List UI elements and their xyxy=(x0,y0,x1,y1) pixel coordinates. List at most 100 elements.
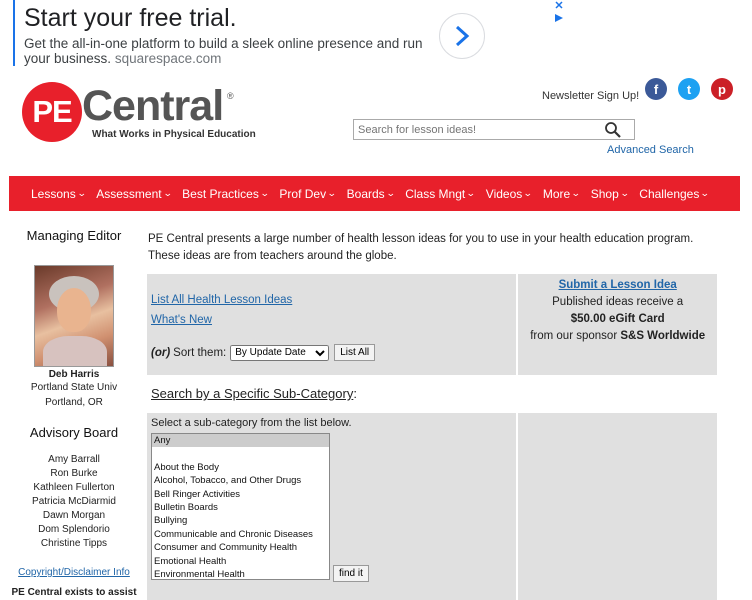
list-item[interactable]: Any xyxy=(152,434,329,448)
sponsor-name: S&S Worldwide xyxy=(620,330,706,342)
search-icon[interactable] xyxy=(604,121,622,139)
list-all-health-link[interactable]: List All Health Lesson Ideas xyxy=(151,294,516,306)
subcategory-heading-colon: : xyxy=(353,386,357,401)
list-item[interactable]: About the Body xyxy=(152,461,329,474)
pe-central-logo[interactable]: PE Central ® What Works in Physical Educ… xyxy=(22,82,256,144)
nav-item-label: Challenges xyxy=(639,186,700,201)
nav-item-assessment[interactable]: Assessment ⌄ xyxy=(96,186,173,201)
sponsor-line: from our sponsor S&S Worldwide xyxy=(518,328,717,345)
gift-card-text: $50.00 eGift Card xyxy=(570,313,665,325)
published-text: Published ideas receive a xyxy=(552,296,684,308)
submit-lesson-idea-link[interactable]: Submit a Lesson Idea xyxy=(559,279,677,291)
list-item: Kathleen Fullerton xyxy=(33,482,115,493)
newsletter-signup-link[interactable]: Newsletter Sign Up! xyxy=(542,90,639,102)
list-item[interactable]: Alcohol, Tobacco, and Other Drugs xyxy=(152,474,329,487)
ad-title[interactable]: Start your free trial. xyxy=(24,4,237,33)
submit-idea-cell: Submit a Lesson Idea Published ideas rec… xyxy=(518,274,717,375)
list-item[interactable]: Bulletin Boards xyxy=(152,501,329,514)
search-bar xyxy=(353,119,635,140)
list-item: Dom Splendorio xyxy=(38,524,110,535)
list-item: Dawn Morgan xyxy=(42,510,106,521)
search-input[interactable] xyxy=(354,120,594,140)
editor-name: Deb Harris xyxy=(48,369,100,380)
subcategory-side-cell xyxy=(518,413,717,600)
chevron-down-icon: ⌄ xyxy=(385,188,396,198)
nav-item-label: Boards xyxy=(346,186,385,201)
editor-school: Portland State Univ xyxy=(30,382,118,393)
nav-item-label: Assessment xyxy=(96,186,162,201)
nav-item-lessons[interactable]: Lessons ⌄ xyxy=(31,186,87,201)
pinterest-icon[interactable]: p xyxy=(711,78,733,100)
chevron-right-icon[interactable] xyxy=(439,13,485,59)
sort-row: (or) Sort them: By Update Date List All xyxy=(151,344,376,361)
whats-new-link[interactable]: What's New xyxy=(151,314,516,326)
list-item[interactable]: Environmental Health xyxy=(152,568,329,579)
logo-registered: ® xyxy=(227,91,234,101)
advisory-board-list: Amy Barrall Ron Burke Kathleen Fullerton… xyxy=(9,453,139,551)
managing-editor-heading: Managing Editor xyxy=(26,228,122,243)
facebook-icon[interactable]: f xyxy=(645,78,667,100)
nav-item-label: Best Practices xyxy=(182,186,259,201)
list-item: Patricia McDiarmid xyxy=(32,496,116,507)
chevron-down-icon: ⌄ xyxy=(571,188,581,198)
sort-select[interactable]: By Update Date xyxy=(230,344,330,361)
nav-item-label: Lessons xyxy=(31,186,76,201)
subcategory-label: Select a sub-category from the list belo… xyxy=(151,417,352,429)
nav-item-videos[interactable]: Videos ⌄ xyxy=(485,186,533,201)
logo-circle: PE xyxy=(22,82,82,142)
chevron-down-icon: ⌄ xyxy=(326,188,337,198)
nav-item-label: Shop xyxy=(590,186,619,201)
nav-item-label: Prof Dev xyxy=(279,186,327,201)
ad-description[interactable]: Get the all-in-one platform to build a s… xyxy=(24,36,434,66)
nav-item-label: Videos xyxy=(485,186,523,201)
list-all-button[interactable]: List All xyxy=(334,344,376,361)
twitter-icon[interactable]: t xyxy=(678,78,700,100)
ad-description-text: Get the all-in-one platform to build a s… xyxy=(24,36,423,66)
lesson-links-cell: List All Health Lesson Ideas What's New … xyxy=(147,274,517,375)
nav-item-label: Class Mngt xyxy=(405,186,466,201)
subcategory-listbox[interactable]: Any About the Body Alcohol, Tobacco, and… xyxy=(151,433,330,580)
nav-item-best-practices[interactable]: Best Practices ⌄ xyxy=(182,186,270,201)
chevron-down-icon: ⌄ xyxy=(700,188,711,198)
nav-item-boards[interactable]: Boards ⌄ xyxy=(346,186,396,201)
logo-word: Central xyxy=(82,82,224,130)
chevron-down-icon: ⌄ xyxy=(162,188,173,198)
chevron-down-icon: ⌄ xyxy=(76,188,87,198)
mission-text: PE Central exists to assist teachers and… xyxy=(11,587,137,598)
advanced-search-link[interactable]: Advanced Search xyxy=(607,144,694,156)
chevron-down-icon: ⌄ xyxy=(259,188,270,198)
subcategory-heading: Search by a Specific Sub-Category: xyxy=(151,386,357,401)
editor-photo xyxy=(34,265,114,367)
nav-item-label: More xyxy=(542,186,571,201)
nav-item-shop[interactable]: Shop ⌄ xyxy=(590,186,630,201)
list-item[interactable]: Emotional Health xyxy=(152,555,329,568)
list-item[interactable]: Communicable and Chronic Diseases xyxy=(152,528,329,541)
intro-text: PE Central presents a large number of he… xyxy=(148,233,694,262)
list-item[interactable]: Consumer and Community Health xyxy=(152,541,329,554)
list-item[interactable] xyxy=(152,447,329,460)
chevron-down-icon: ⌄ xyxy=(523,188,533,198)
find-it-button[interactable]: find it xyxy=(333,565,369,582)
nav-item-prof-dev[interactable]: Prof Dev ⌄ xyxy=(279,186,337,201)
list-item: Ron Burke xyxy=(50,468,98,479)
subcategory-panel: Select a sub-category from the list belo… xyxy=(147,413,717,600)
editor-city: Portland, OR xyxy=(45,397,103,408)
advisory-board-heading: Advisory Board xyxy=(29,425,119,440)
ad-banner[interactable]: Start your free trial. Get the all-in-on… xyxy=(13,0,583,66)
logo-tagline: What Works in Physical Education xyxy=(92,129,256,140)
nav-item-challenges[interactable]: Challenges ⌄ xyxy=(639,186,711,201)
list-item: Christine Tipps xyxy=(40,538,108,549)
copyright-link[interactable]: Copyright/Disclaimer Info xyxy=(9,567,139,578)
list-item[interactable]: Bell Ringer Activities xyxy=(152,488,329,501)
list-item: Amy Barrall xyxy=(48,454,100,465)
list-item[interactable]: Bullying xyxy=(152,514,329,527)
subcategory-cell: Select a sub-category from the list belo… xyxy=(147,413,517,600)
ad-domain: squarespace.com xyxy=(114,51,222,66)
ad-choices-icon[interactable] xyxy=(553,0,565,27)
nav-item-more[interactable]: More ⌄ xyxy=(542,186,581,201)
subcategory-heading-text: Search by a Specific Sub-Category xyxy=(151,386,354,401)
lesson-panel: List All Health Lesson Ideas What's New … xyxy=(147,274,717,375)
chevron-down-icon: ⌄ xyxy=(466,188,476,198)
nav-item-class-mngt[interactable]: Class Mngt ⌄ xyxy=(405,186,476,201)
sponsor-prefix: from our sponsor xyxy=(530,330,621,342)
